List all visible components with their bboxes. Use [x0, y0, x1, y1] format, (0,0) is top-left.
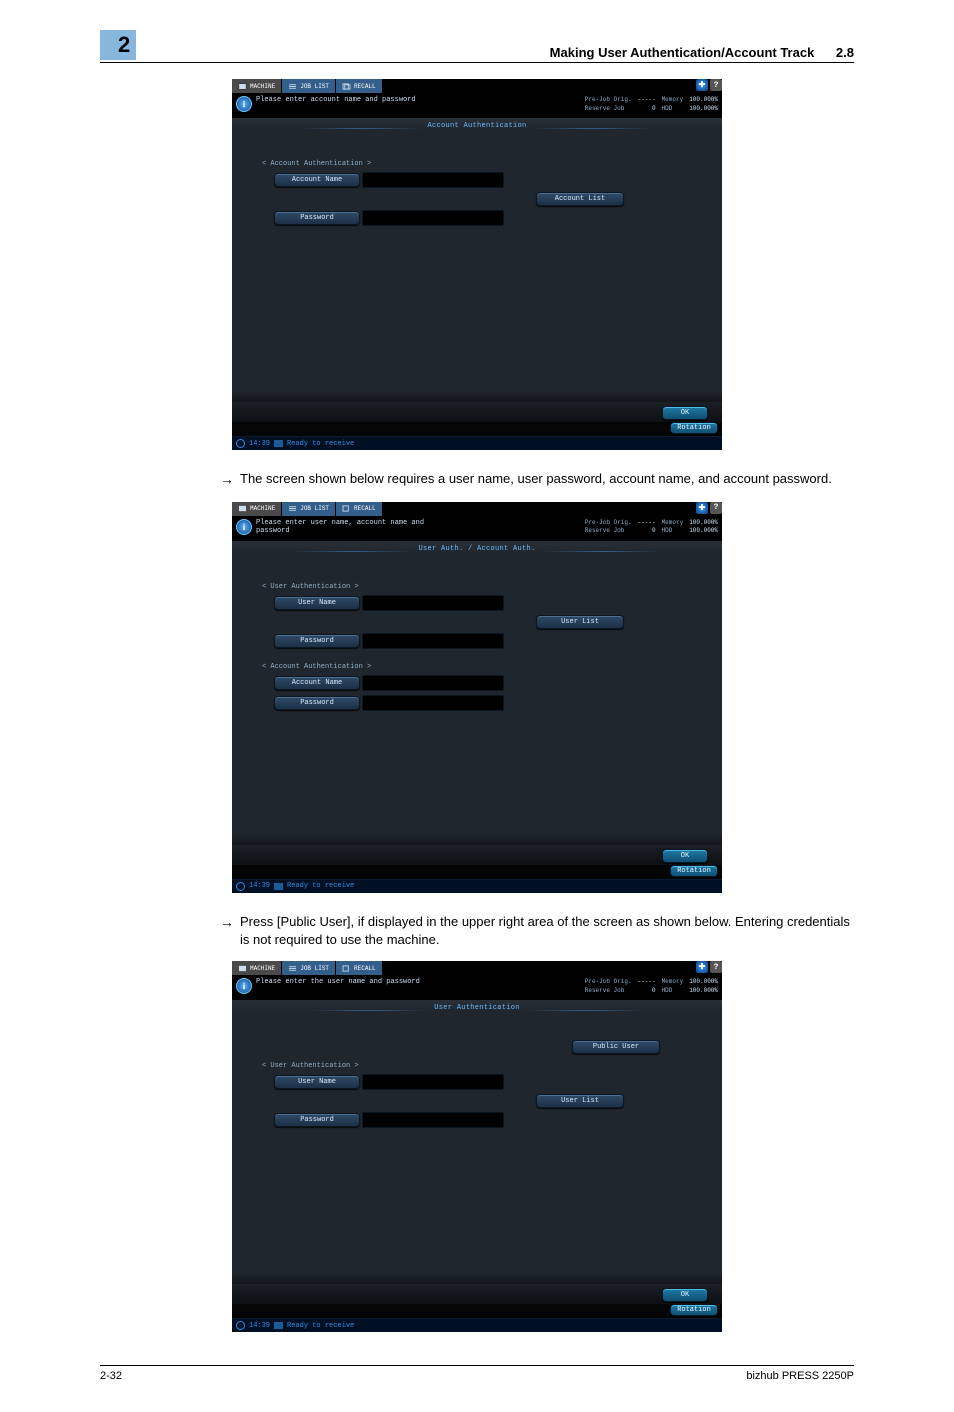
tab-job-list[interactable]: JOB LIST — [282, 961, 336, 975]
status-message: Ready to receive — [287, 440, 354, 448]
account-name-button[interactable]: Account Name — [274, 676, 360, 690]
info-icon: i — [236, 519, 252, 535]
paragraph-2: → Press [Public User], if displayed in t… — [220, 913, 854, 949]
tab-recall[interactable]: RECALL — [336, 961, 383, 975]
ok-button[interactable]: OK — [662, 1288, 708, 1302]
arrow-icon: → — [220, 470, 240, 490]
rotation-button[interactable]: Rotation — [670, 865, 718, 877]
user-name-input[interactable] — [362, 595, 504, 611]
password-button[interactable]: Password — [274, 211, 360, 225]
tab-recall[interactable]: RECALL — [336, 79, 383, 93]
model-name: bizhub PRESS 2250P — [746, 1370, 854, 1382]
password-input[interactable] — [362, 633, 504, 649]
account-name-input[interactable] — [362, 172, 504, 188]
recall-icon — [342, 505, 351, 512]
status-table: Pre-Job Orig.----- Memory100.000% Reserv… — [585, 978, 718, 994]
screenshot-account-auth: MACHINE JOB LIST RECALL ✚ ? i Please e — [232, 79, 722, 450]
info-message: Please enter account name and password — [256, 96, 416, 104]
info-message: Please enter the user name and password — [256, 978, 420, 986]
printer-icon — [274, 440, 283, 447]
tab-machine[interactable]: MACHINE — [232, 79, 282, 93]
section-user-auth: < User Authentication > — [262, 583, 706, 591]
help-icon[interactable]: ✚ — [696, 502, 708, 514]
password-button[interactable]: Password — [274, 696, 360, 710]
question-icon[interactable]: ? — [710, 79, 722, 91]
page-header: 2 Making User Authentication/Account Tra… — [100, 30, 854, 63]
machine-icon — [238, 83, 247, 90]
chapter-number: 2 — [100, 30, 136, 60]
help-icon[interactable]: ✚ — [696, 961, 708, 973]
public-user-button[interactable]: Public User — [572, 1040, 660, 1054]
printer-icon — [274, 883, 283, 890]
clock-icon — [236, 882, 245, 891]
page-footer: 2-32 bizhub PRESS 2250P — [100, 1365, 854, 1382]
password-input[interactable] — [362, 210, 504, 226]
machine-icon — [238, 965, 247, 972]
tab-job-list[interactable]: JOB LIST — [282, 502, 336, 516]
section-account-auth: < Account Authentication > — [262, 663, 706, 671]
tab-recall[interactable]: RECALL — [336, 502, 383, 516]
user-name-button[interactable]: User Name — [274, 1075, 360, 1089]
account-list-button[interactable]: Account List — [536, 192, 624, 206]
clock-icon — [236, 1321, 245, 1330]
rotation-button[interactable]: Rotation — [670, 1304, 718, 1316]
arrow-icon: → — [220, 913, 240, 949]
rotation-button[interactable]: Rotation — [670, 422, 718, 434]
question-icon[interactable]: ? — [710, 961, 722, 973]
account-name-button[interactable]: Account Name — [274, 173, 360, 187]
list-icon — [288, 83, 297, 90]
status-table: Pre-Job Orig.----- Memory100.000% Reserv… — [585, 519, 718, 535]
clock-icon — [236, 439, 245, 448]
paragraph-1: → The screen shown below requires a user… — [220, 470, 854, 490]
status-message: Ready to receive — [287, 882, 354, 890]
user-list-button[interactable]: User List — [536, 615, 624, 629]
status-time: 14:39 — [249, 440, 270, 448]
list-icon — [288, 505, 297, 512]
tab-job-list[interactable]: JOB LIST — [282, 79, 336, 93]
info-icon: i — [236, 978, 252, 994]
question-icon[interactable]: ? — [710, 502, 722, 514]
recall-icon — [342, 83, 351, 90]
section-user-auth: < User Authentication > — [262, 1062, 706, 1070]
tab-machine[interactable]: MACHINE — [232, 961, 282, 975]
panel-header: Account Authentication — [427, 122, 526, 130]
info-icon: i — [236, 96, 252, 112]
tab-machine[interactable]: MACHINE — [232, 502, 282, 516]
password-button[interactable]: Password — [274, 634, 360, 648]
printer-icon — [274, 1322, 283, 1329]
list-icon — [288, 965, 297, 972]
recall-icon — [342, 965, 351, 972]
user-name-input[interactable] — [362, 1074, 504, 1090]
user-list-button[interactable]: User List — [536, 1094, 624, 1108]
password-button[interactable]: Password — [274, 1113, 360, 1127]
status-table: Pre-Job Orig.----- Memory100.000% Reserv… — [585, 96, 718, 112]
machine-icon — [238, 505, 247, 512]
ok-button[interactable]: OK — [662, 406, 708, 420]
password-input[interactable] — [362, 1112, 504, 1128]
screenshot-user-account-auth: MACHINE JOB LIST RECALL ✚ ? i Please ent… — [232, 502, 722, 893]
account-name-input[interactable] — [362, 675, 504, 691]
status-time: 14:39 — [249, 882, 270, 890]
panel-header: User Auth. / Account Auth. — [418, 545, 535, 553]
ok-button[interactable]: OK — [662, 849, 708, 863]
section-account-auth: < Account Authentication > — [262, 160, 706, 168]
user-name-button[interactable]: User Name — [274, 596, 360, 610]
header-title: Making User Authentication/Account Track… — [550, 45, 854, 60]
status-time: 14:39 — [249, 1322, 270, 1330]
status-message: Ready to receive — [287, 1322, 354, 1330]
account-password-input[interactable] — [362, 695, 504, 711]
help-icon[interactable]: ✚ — [696, 79, 708, 91]
panel-header: User Authentication — [434, 1004, 520, 1012]
page-number: 2-32 — [100, 1370, 122, 1382]
screenshot-user-auth-public: MACHINE JOB LIST RECALL ✚ ? i Please ent… — [232, 961, 722, 1332]
info-message: Please enter user name, account name and… — [256, 519, 436, 535]
